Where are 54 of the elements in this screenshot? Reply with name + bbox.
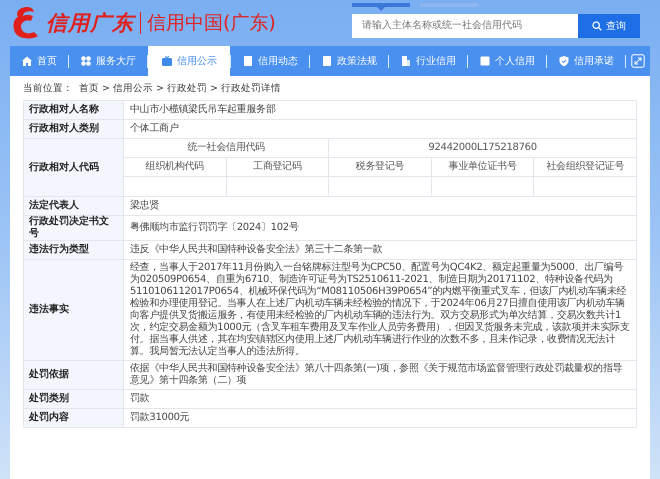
nav-tab[interactable]: 服务大厅 xyxy=(69,46,147,76)
nav-tab[interactable]: 信用动态 xyxy=(231,46,309,76)
row-label: 行政相对人类别 xyxy=(24,120,124,138)
row-label: 处罚类别 xyxy=(24,390,124,408)
row-label: 处罚依据 xyxy=(24,360,124,390)
grid-icon xyxy=(80,55,92,67)
breadcrumb-label: 当前位置： xyxy=(23,82,73,94)
row-value: 梁忠贤 xyxy=(124,196,636,216)
row-label: 违法事实 xyxy=(24,260,124,360)
table-cell: 92442000L175218760 xyxy=(328,138,636,158)
row-label: 行政相对人代码 xyxy=(24,138,124,196)
search-icon xyxy=(592,20,602,30)
nav-tab[interactable]: 首页 xyxy=(10,46,68,76)
row-label: 行政处罚决定书文号 xyxy=(24,216,124,240)
logo-text: 信用广东 xyxy=(46,9,134,37)
breadcrumb-separator: > xyxy=(102,82,110,94)
table-header-cell: 社会组织登记证号 xyxy=(534,158,636,176)
row-label: 法定代表人 xyxy=(24,196,124,216)
row-value: 罚款31000元 xyxy=(124,408,636,428)
screen-icon xyxy=(161,55,173,67)
nav-tab[interactable]: 行业信用 xyxy=(389,46,467,76)
row-value: 依据《中华人民共和国特种设备安全法》第八十四条第(一)项，参照《关于规范市场监督管理行政处罚裁量权的指导意见》第十四条第（二）项 xyxy=(124,360,636,390)
breadcrumb-separator: > xyxy=(156,82,164,94)
shield-icon xyxy=(558,55,570,67)
table-header-cell: 组织机构代码 xyxy=(124,158,226,176)
row-label: 处罚内容 xyxy=(24,408,124,428)
row-label: 违法行为类型 xyxy=(24,240,124,260)
row-value: 个体工商户 xyxy=(124,120,636,138)
row-value: 经查，当事人于2017年11月份购入一台铭牌标注型号为CPC50、配置号为QC4K2、额定起重量为5000、出厂编号为020509P0654、自重为6710、制造许可证号为TS2510611-2021、制造日期为20171102、特种设备代码为5110106112017P0654、机械环保代码为“M08110506H39P0654”的内燃平衡重式叉车，但该厂内机动车辆未经检验和办理使用登记。当事人在上述厂内机动车辆未经检验的情况下，于2024年06月27日擅自使用该厂内机动车辆向客户提供叉货搬运服务，有使用未经检验的厂内机动车辆的违法行为。双方交易形式为单次结算，交易次数共计1次，约定交易金额为1000元（含叉车租车费用及叉车作业人员劳务费用），但因叉货服务未完成，该款项并未实际支付。据当事人供述，其在均安镇辖区内使用上述厂内机动车辆进行作业的次数不多，且未作记录，收费情况无法计算。我局暂无法认定当事人的违法所得。 xyxy=(124,260,636,360)
table-header-cell: 税务登记号 xyxy=(328,158,432,176)
nav-tab[interactable]: 信用承诺 xyxy=(547,46,625,76)
breadcrumb-link[interactable]: 信用公示 xyxy=(112,82,153,94)
breadcrumb-current: 行政处罚详情 xyxy=(220,82,281,94)
nav-tab[interactable]: 个人信用 xyxy=(468,46,546,76)
row-value: 中山市小榄镇梁氏吊车起重服务部 xyxy=(124,100,636,120)
expand-icon xyxy=(631,54,645,68)
row-value: 违反《中华人民共和国特种设备安全法》第三十二条第一款 xyxy=(124,240,636,260)
table-header-cell: 工商登记码 xyxy=(226,158,329,176)
search-button[interactable]: 查询 xyxy=(578,14,640,38)
nav-tab[interactable]: 信用公示 xyxy=(148,46,230,76)
row-label: 行政相对人名称 xyxy=(24,100,124,120)
row-value: 粤佛顺均市监行罚罚字〔2024〕102号 xyxy=(124,216,636,240)
search-field[interactable]: 请输入主体名称或统一社会信用代码 xyxy=(352,14,578,38)
nav-tab[interactable]: 政策法规 xyxy=(310,46,388,76)
building-icon xyxy=(400,55,412,67)
site-title: 信用中国(广东) xyxy=(147,11,276,36)
breadcrumb-separator: > xyxy=(210,82,218,94)
breadcrumb-link[interactable]: 首页 xyxy=(79,82,99,94)
home-icon xyxy=(21,55,33,67)
breadcrumb-link[interactable]: 行政处罚 xyxy=(166,82,207,94)
row-value: 罚款 xyxy=(124,390,636,408)
table-header-cell: 统一社会信用代码 xyxy=(124,138,329,158)
table-header-cell: 事业单位证书号 xyxy=(431,158,534,176)
search-tab[interactable] xyxy=(352,2,410,10)
